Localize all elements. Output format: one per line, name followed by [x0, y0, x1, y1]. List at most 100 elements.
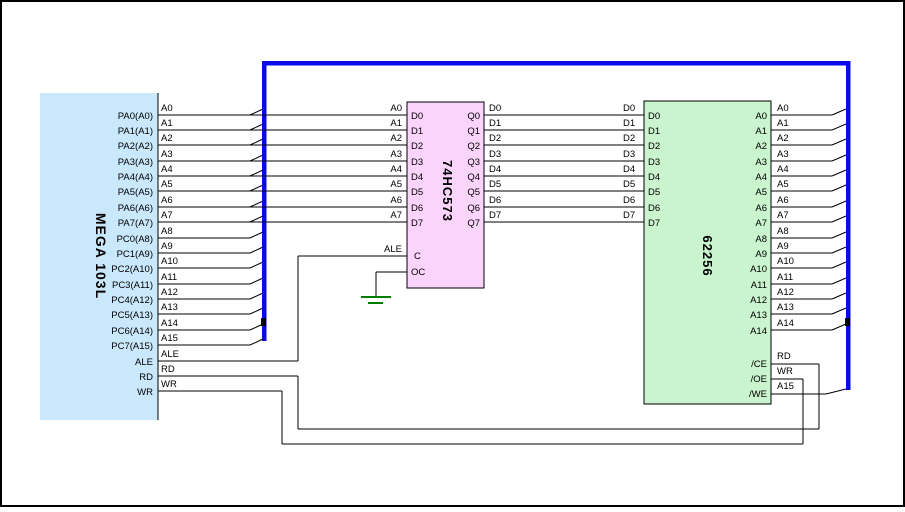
latch-c-pin-label: C — [414, 251, 421, 262]
latch-right-pin-label: Q4 — [467, 172, 480, 183]
mcu-pin-label: PC4(A12) — [111, 295, 153, 306]
latch-right-pin-label: Q7 — [467, 218, 480, 229]
bus-entry-left-a15 — [250, 339, 263, 345]
sram-wire-label: A1 — [777, 118, 789, 129]
sram-addr-pin-label: A14 — [750, 326, 767, 337]
sram-wire-label: A6 — [777, 195, 789, 206]
latch-left-pin-label: D7 — [411, 218, 423, 229]
bus-entry-left-a8 — [250, 232, 263, 238]
sram-addr-pin-label: A4 — [755, 172, 767, 183]
sram-rd-wire-label: RD — [777, 351, 791, 362]
data-wire-label-left: D7 — [489, 210, 501, 221]
data-wire-label-left: D1 — [489, 118, 501, 129]
mcu-wire-label: A2 — [161, 133, 173, 144]
latch-ale-wire-label: ALE — [384, 244, 402, 255]
sram-addr-pin-label: A3 — [755, 157, 767, 168]
sram-wire-label: A10 — [777, 256, 794, 267]
mcu-wire-label: A4 — [161, 164, 173, 175]
sram-left-pin-label: D0 — [648, 111, 660, 122]
latch-input-wire-label: A6 — [390, 195, 402, 206]
latch-input-wire-label: A5 — [390, 179, 402, 190]
sram-wire-label: A14 — [777, 318, 794, 329]
latch-right-pin-label: Q5 — [467, 187, 480, 198]
bus-entry-left-a12 — [250, 293, 263, 299]
bus-junction-left — [261, 318, 266, 326]
bus-entry-left-a0 — [250, 109, 263, 115]
sram-left-pin-label: D6 — [648, 203, 660, 214]
mcu-wire-label: A6 — [161, 195, 173, 206]
latch-input-wire-label: A3 — [390, 149, 402, 160]
data-wire-label-right: D4 — [623, 164, 635, 175]
bus-entry-right-a1 — [832, 124, 846, 130]
bus-junction-right — [845, 318, 850, 326]
mcu-pin-label: PC0(A8) — [117, 234, 153, 245]
sram-left-pin-label: D1 — [648, 126, 660, 137]
sram-left-pin-label: D7 — [648, 218, 660, 229]
latch-left-pin-label: D5 — [411, 187, 423, 198]
latch-input-wire-label: A1 — [390, 118, 402, 129]
bus-entry-right-a10 — [832, 262, 846, 268]
mcu-pin-label: PA1(A1) — [118, 126, 153, 137]
data-wire-label-right: D5 — [623, 179, 635, 190]
latch-left-pin-label: D3 — [411, 157, 423, 168]
sram-wire-label: A4 — [777, 164, 789, 175]
mcu-pin-label: PA6(A6) — [118, 203, 153, 214]
data-wire-label-left: D4 — [489, 164, 501, 175]
data-wire-label-left: D3 — [489, 149, 501, 160]
latch-right-pin-label: Q1 — [467, 126, 480, 137]
bus-entry-right-a11 — [832, 278, 846, 284]
data-wire-label-right: D6 — [623, 195, 635, 206]
sram-addr-pin-label: A5 — [755, 187, 767, 198]
bus-entry-left-a7 — [250, 216, 263, 222]
mcu-pin-label: PA3(A3) — [118, 157, 153, 168]
mcu-wire-label: A15 — [161, 333, 178, 344]
mcu-pin-label: PA0(A0) — [118, 111, 153, 122]
mcu-wire-label: A8 — [161, 226, 173, 237]
latch-input-wire-label: A0 — [390, 103, 402, 114]
sram-addr-pin-label: A1 — [755, 126, 767, 137]
mcu-wire-label: A5 — [161, 179, 173, 190]
bus-entry-left-a1 — [250, 124, 263, 130]
chip-latch-title: 74HC573 — [440, 160, 455, 222]
latch-left-pin-label: D4 — [411, 172, 423, 183]
sram-addr-pin-label: A13 — [750, 310, 767, 321]
bus-entry-right-a5 — [832, 185, 846, 191]
sram-addr-pin-label: A7 — [755, 218, 767, 229]
data-wire-label-right: D2 — [623, 133, 635, 144]
sram-left-pin-label: D2 — [648, 141, 660, 152]
bus-entry-right-a8 — [832, 232, 846, 238]
mcu-pin-label: ALE — [135, 357, 153, 368]
mcu-wire-label: A10 — [161, 256, 178, 267]
bus-entry-right-a6 — [832, 201, 846, 207]
latch-oc-pin-label: OC — [411, 267, 425, 278]
mcu-pin-label: PC5(A13) — [111, 310, 153, 321]
bus-entry-right-a12 — [832, 293, 846, 299]
mcu-wire-label: A3 — [161, 149, 173, 160]
mcu-pin-label: PC7(A15) — [111, 341, 153, 352]
mcu-pin-label: PA2(A2) — [118, 141, 153, 152]
mcu-pin-label: PC2(A10) — [111, 264, 153, 275]
sram-wire-label: A0 — [777, 103, 789, 114]
mcu-pin-label: PC6(A14) — [111, 326, 153, 337]
sram-addr-pin-label: A2 — [755, 141, 767, 152]
bus-entry-left-a4 — [250, 170, 263, 176]
sram-addr-pin-label: A0 — [755, 111, 767, 122]
bus-entry-left-a2 — [250, 139, 263, 145]
latch-left-pin-label: D1 — [411, 126, 423, 137]
schematic-canvas: MEGA 103L74HC57362256PA0(A0)PA1(A1)PA2(A… — [0, 0, 905, 507]
latch-input-wire-label: A7 — [390, 210, 402, 221]
sram-wire-label: A5 — [777, 179, 789, 190]
mcu-pin-label: PC3(A11) — [112, 280, 153, 291]
bus-entry-left-a9 — [250, 247, 263, 253]
sram-wire-label: A9 — [777, 241, 789, 252]
mcu-wire-label: A1 — [161, 118, 173, 129]
latch-left-pin-label: D2 — [411, 141, 423, 152]
latch-left-pin-label: D0 — [411, 111, 423, 122]
sram-oe-pin-label: /OE — [751, 374, 767, 385]
sram-ce-pin-label: /CE — [751, 359, 767, 370]
bus-entry-right-a13 — [832, 308, 846, 314]
schematic-page: MEGA 103L74HC57362256PA0(A0)PA1(A1)PA2(A… — [0, 0, 905, 507]
mcu-wire-label: ALE — [161, 349, 179, 360]
data-wire-label-left: D0 — [489, 103, 501, 114]
latch-input-wire-label: A4 — [390, 164, 402, 175]
